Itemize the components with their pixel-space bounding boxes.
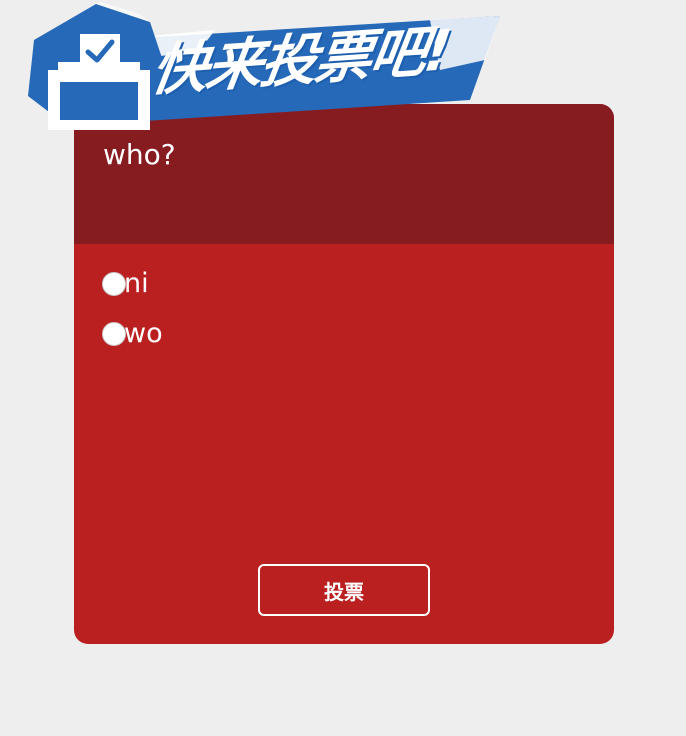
radio-button[interactable] [102, 272, 126, 296]
option-label: wo [124, 318, 163, 349]
banner-title: 快来投票吧! [146, 18, 454, 104]
banner-highlight [430, 16, 500, 70]
option-ni[interactable]: ni [102, 270, 149, 298]
poll-question: who? [103, 138, 176, 171]
option-wo[interactable]: wo [102, 320, 163, 348]
banner-highlight [148, 30, 215, 58]
option-label: ni [124, 268, 149, 299]
poll-card: who? ni wo 投票 [74, 104, 614, 644]
poll-header: who? [74, 104, 614, 244]
radio-button[interactable] [102, 322, 126, 346]
vote-button[interactable]: 投票 [258, 564, 430, 616]
